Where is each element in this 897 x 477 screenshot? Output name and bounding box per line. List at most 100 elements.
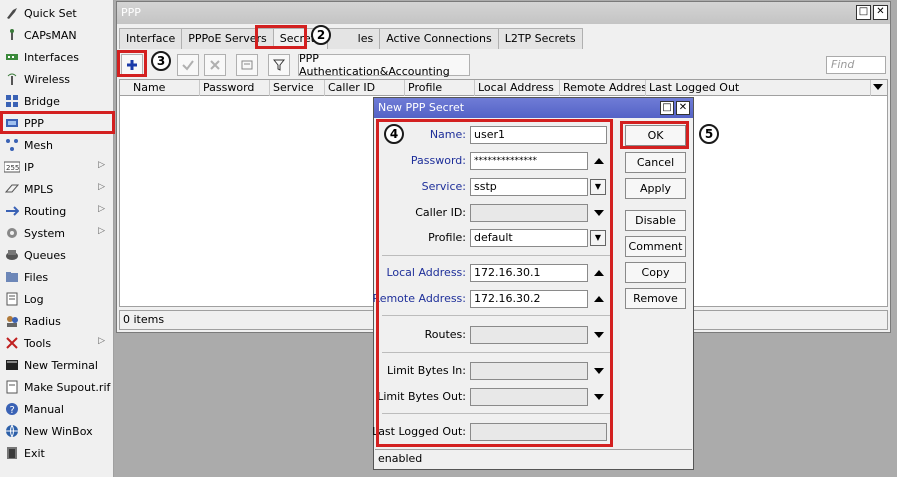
sidebar-item-system[interactable]: System ▷	[0, 222, 113, 244]
column-menu-icon[interactable]	[873, 84, 883, 90]
log-icon	[4, 291, 20, 307]
check-icon	[182, 60, 194, 71]
sidebar-item-capsman[interactable]: CAPsMAN	[0, 24, 113, 46]
ppp-authentication-accounting-button[interactable]: PPP Authentication&Accounting	[298, 52, 470, 78]
sidebar-item-log[interactable]: Log	[0, 288, 113, 310]
bridge-icon	[4, 93, 20, 109]
sidebar-item-manual[interactable]: ? Manual	[0, 398, 113, 420]
sidebar-item-label: Log	[24, 292, 44, 306]
queues-icon	[4, 247, 20, 263]
sidebar-item-label: MPLS	[24, 182, 54, 196]
exit-icon	[4, 445, 20, 461]
winbox-icon	[4, 423, 20, 439]
sidebar-item-queues[interactable]: Queues	[0, 244, 113, 266]
apply-button[interactable]: Apply	[625, 178, 686, 199]
ok-button-highlight-box	[620, 121, 689, 149]
tab-l2tp-secrets[interactable]: L2TP Secrets	[497, 28, 583, 49]
cancel-button[interactable]: Cancel	[625, 152, 686, 173]
add-button-highlight-box	[117, 50, 147, 77]
sidebar-item-radius[interactable]: Radius	[0, 310, 113, 332]
comment-button[interactable]: Comment	[625, 236, 686, 257]
sidebar-item-new-winbox[interactable]: New WinBox	[0, 420, 113, 442]
maximize-icon[interactable]: □	[856, 5, 871, 20]
close-icon[interactable]: ✕	[676, 101, 690, 115]
sidebar-item-new-terminal[interactable]: New Terminal	[0, 354, 113, 376]
submenu-arrow-icon: ▷	[98, 336, 105, 346]
column-password[interactable]: Password	[200, 80, 270, 96]
system-icon	[4, 225, 20, 241]
sidebar-item-label: Tools	[24, 336, 52, 350]
mpls-icon	[4, 181, 20, 197]
list-header: Name Password Service Caller ID Profile …	[120, 80, 887, 96]
ppp-highlight-box	[0, 111, 115, 134]
ip-icon: 255	[4, 159, 20, 175]
column-remote-address[interactable]: Remote Address	[560, 80, 646, 96]
ppp-window-title: PPP	[117, 2, 890, 24]
disable-button[interactable]	[204, 54, 226, 76]
sidebar-item-mpls[interactable]: MPLS ▷	[0, 178, 113, 200]
fields-highlight-box	[376, 119, 613, 447]
remove-button[interactable]: Remove	[625, 288, 686, 309]
supout-icon	[4, 379, 20, 395]
terminal-icon	[4, 357, 20, 373]
files-icon	[4, 269, 20, 285]
radius-icon	[4, 313, 20, 329]
sidebar-item-label: Routing	[24, 204, 67, 218]
sidebar-item-mesh[interactable]: Mesh	[0, 134, 113, 156]
copy-button[interactable]: Copy	[625, 262, 686, 283]
find-input[interactable]: Find	[826, 56, 886, 74]
svg-text:255: 255	[6, 164, 19, 172]
sidebar-item-label: System	[24, 226, 66, 240]
step-2-badge: 2	[311, 25, 331, 45]
submenu-arrow-icon: ▷	[98, 182, 105, 192]
sidebar-item-interfaces[interactable]: Interfaces	[0, 46, 113, 68]
sidebar-item-label: Wireless	[24, 72, 71, 86]
sidebar-item-label: Files	[24, 270, 49, 284]
tab-profiles[interactable]: les	[326, 28, 381, 49]
routing-icon	[4, 203, 20, 219]
sidebar-item-routing[interactable]: Routing ▷	[0, 200, 113, 222]
tab-interface[interactable]: Interface	[119, 28, 183, 49]
sidebar-item-label: CAPsMAN	[24, 28, 77, 42]
disable-button[interactable]: Disable	[625, 210, 686, 231]
column-name[interactable]: Name	[130, 80, 200, 96]
step-5-badge: 5	[699, 124, 719, 144]
svg-text:?: ?	[10, 405, 15, 416]
sidebar-item-wireless[interactable]: Wireless	[0, 68, 113, 90]
sidebar-item-label: Quick Set	[24, 6, 77, 20]
column-caller-id[interactable]: Caller ID	[325, 80, 405, 96]
dialog-status: enabled	[375, 449, 692, 468]
secrets-tab-highlight-box	[255, 25, 307, 49]
sidebar-item-ip[interactable]: 255 IP ▷	[0, 156, 113, 178]
sidebar-item-label: Mesh	[24, 138, 53, 152]
sidebar-item-bridge[interactable]: Bridge	[0, 90, 113, 112]
enable-button[interactable]	[177, 54, 199, 76]
quick-set-icon	[4, 5, 20, 21]
column-last-logged-out[interactable]: Last Logged Out	[646, 80, 871, 96]
comment-icon	[241, 60, 253, 70]
column-local-address[interactable]: Local Address	[475, 80, 560, 96]
sidebar-item-make-supout[interactable]: Make Supout.rif	[0, 376, 113, 398]
maximize-icon[interactable]: □	[660, 101, 674, 115]
tab-active-connections[interactable]: Active Connections	[379, 28, 499, 49]
dialog-title: New PPP Secret	[374, 98, 693, 118]
interfaces-icon	[4, 49, 20, 65]
sidebar-item-quick-set[interactable]: Quick Set	[0, 2, 113, 24]
close-icon[interactable]: ✕	[873, 5, 888, 20]
sidebar-item-label: Make Supout.rif	[24, 380, 111, 394]
sidebar-item-label: Bridge	[24, 94, 60, 108]
sidebar-item-files[interactable]: Files	[0, 266, 113, 288]
sidebar-item-tools[interactable]: Tools ▷	[0, 332, 113, 354]
filter-button[interactable]	[268, 54, 290, 76]
submenu-arrow-icon: ▷	[98, 226, 105, 236]
submenu-arrow-icon: ▷	[98, 204, 105, 214]
step-3-badge: 3	[151, 51, 171, 71]
sidebar-item-label: Interfaces	[24, 50, 79, 64]
filter-icon	[273, 59, 285, 71]
column-service[interactable]: Service	[270, 80, 325, 96]
sidebar-item-label: Radius	[24, 314, 61, 328]
sidebar-item-label: Queues	[24, 248, 66, 262]
sidebar-item-exit[interactable]: Exit	[0, 442, 113, 464]
comment-button[interactable]	[236, 54, 258, 76]
column-profile[interactable]: Profile	[405, 80, 475, 96]
